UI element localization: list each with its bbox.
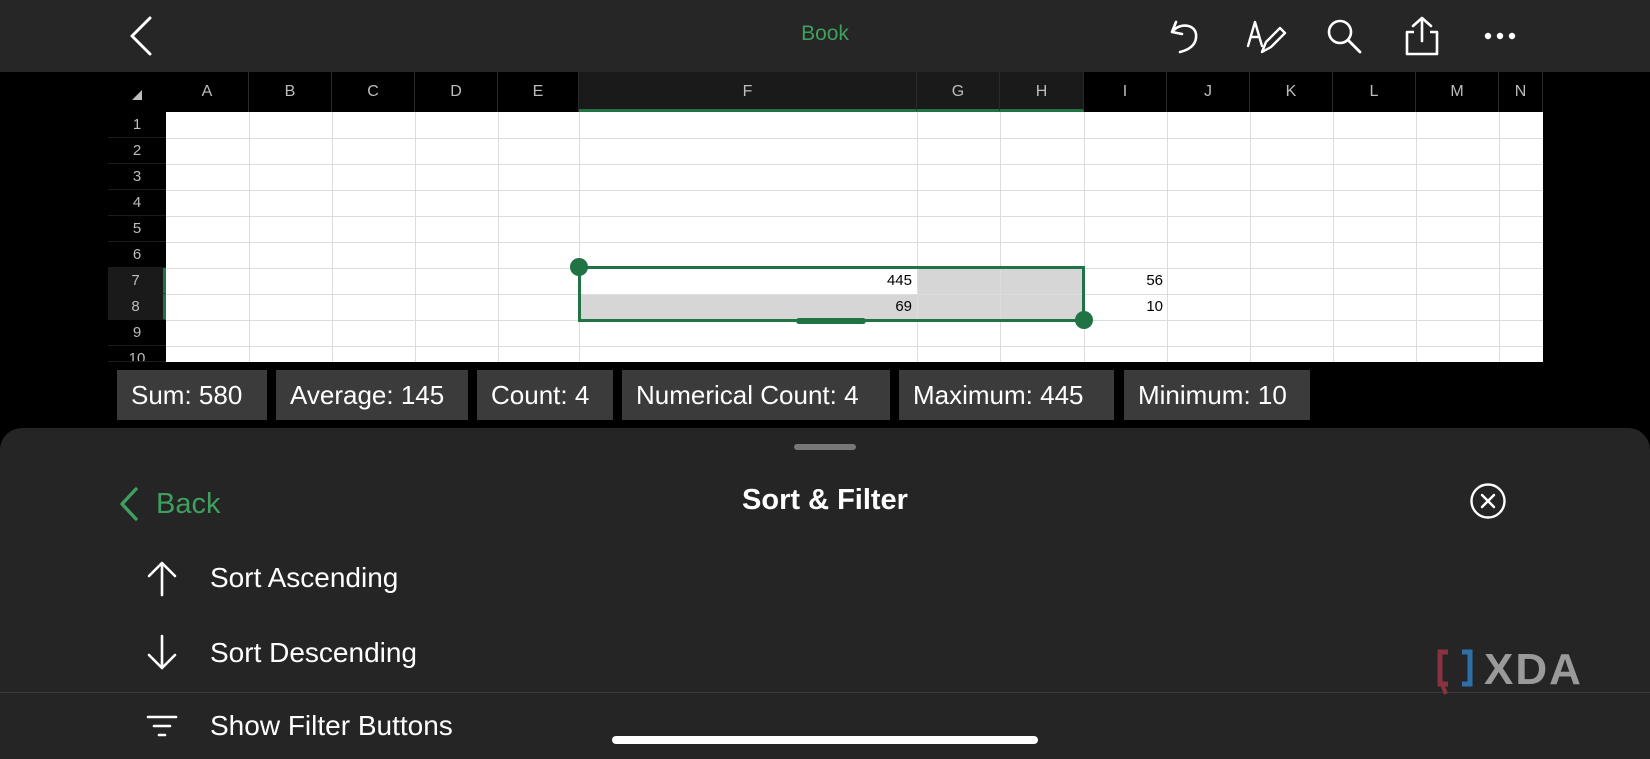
stat-maximum[interactable]: Maximum: 445 <box>899 370 1114 420</box>
cell-h8[interactable]: 10 <box>1084 298 1163 315</box>
watermark-text: XDA <box>1484 645 1583 694</box>
arrow-down-icon <box>140 631 184 675</box>
show-filter-buttons-item[interactable]: Show Filter Buttons <box>140 698 1540 754</box>
stat-numerical-count[interactable]: Numerical Count: 4 <box>622 370 890 420</box>
column-header-k[interactable]: K <box>1250 72 1333 112</box>
row-header-8[interactable]: 8 <box>108 294 166 320</box>
column-header-g[interactable]: G <box>917 72 1000 112</box>
row-header-3[interactable]: 3 <box>108 164 166 190</box>
xda-watermark: XDA <box>1434 644 1583 696</box>
stat-average[interactable]: Average: 145 <box>276 370 468 420</box>
column-header-l[interactable]: L <box>1333 72 1416 112</box>
show-filter-buttons-label: Show Filter Buttons <box>210 710 453 741</box>
column-header-e[interactable]: E <box>498 72 579 112</box>
sort-descending-item[interactable]: Sort Descending <box>140 625 1540 681</box>
column-header-a[interactable]: A <box>166 72 249 112</box>
stat-sum[interactable]: Sum: 580 <box>117 370 267 420</box>
selection-handle-start[interactable] <box>570 258 588 276</box>
arrow-up-icon <box>140 556 184 600</box>
sort-filter-panel: Back Sort & Filter Sort Ascending Sort D… <box>0 428 1650 759</box>
column-header-i[interactable]: I <box>1084 72 1167 112</box>
cell-area[interactable]: 445 56 69 10 <box>166 112 1543 362</box>
xda-logo-icon <box>1437 649 1473 695</box>
sort-ascending-item[interactable]: Sort Ascending <box>140 550 1540 606</box>
cell-h7[interactable]: 56 <box>1084 272 1163 289</box>
row-header-7[interactable]: 7 <box>108 268 166 294</box>
row-header-10[interactable]: 10 <box>108 346 166 362</box>
row-header-9[interactable]: 9 <box>108 320 166 346</box>
column-header-c[interactable]: C <box>332 72 415 112</box>
stat-count[interactable]: Count: 4 <box>477 370 613 420</box>
more-icon[interactable] <box>1478 14 1522 58</box>
column-header-d[interactable]: D <box>415 72 498 112</box>
selection-handle-end[interactable] <box>1075 311 1093 329</box>
sort-descending-label: Sort Descending <box>210 637 418 668</box>
column-header-j[interactable]: J <box>1167 72 1250 112</box>
selection-range[interactable] <box>578 266 1085 322</box>
filter-icon <box>140 704 184 748</box>
stat-minimum[interactable]: Minimum: 10 <box>1124 370 1310 420</box>
panel-title: Sort & Filter <box>742 484 908 516</box>
column-header-b[interactable]: B <box>249 72 332 112</box>
row-header-6[interactable]: 6 <box>108 242 166 268</box>
row-header-2[interactable]: 2 <box>108 138 166 164</box>
share-icon[interactable] <box>1400 14 1444 58</box>
selection-drag-bar[interactable] <box>796 318 866 324</box>
column-header-m[interactable]: M <box>1416 72 1499 112</box>
column-header-n[interactable]: N <box>1499 72 1543 112</box>
select-all-corner[interactable] <box>108 72 166 112</box>
row-header-1[interactable]: 1 <box>108 112 166 138</box>
close-icon[interactable] <box>1469 482 1507 520</box>
draw-icon[interactable] <box>1244 14 1288 58</box>
search-icon[interactable] <box>1322 14 1366 58</box>
column-header-h[interactable]: H <box>1000 72 1084 112</box>
sort-ascending-label: Sort Ascending <box>210 562 399 593</box>
spreadsheet-grid[interactable]: A B C D E F G H I J K L M N 1 2 3 4 5 6 … <box>0 72 1650 362</box>
panel-divider <box>0 692 1650 693</box>
column-header-f[interactable]: F <box>579 72 917 112</box>
top-toolbar: Book <box>0 0 1650 72</box>
undo-icon[interactable] <box>1164 14 1208 58</box>
row-header-4[interactable]: 4 <box>108 190 166 216</box>
home-indicator[interactable] <box>612 736 1038 744</box>
panel-grabber[interactable] <box>794 444 856 450</box>
row-header-5[interactable]: 5 <box>108 216 166 242</box>
